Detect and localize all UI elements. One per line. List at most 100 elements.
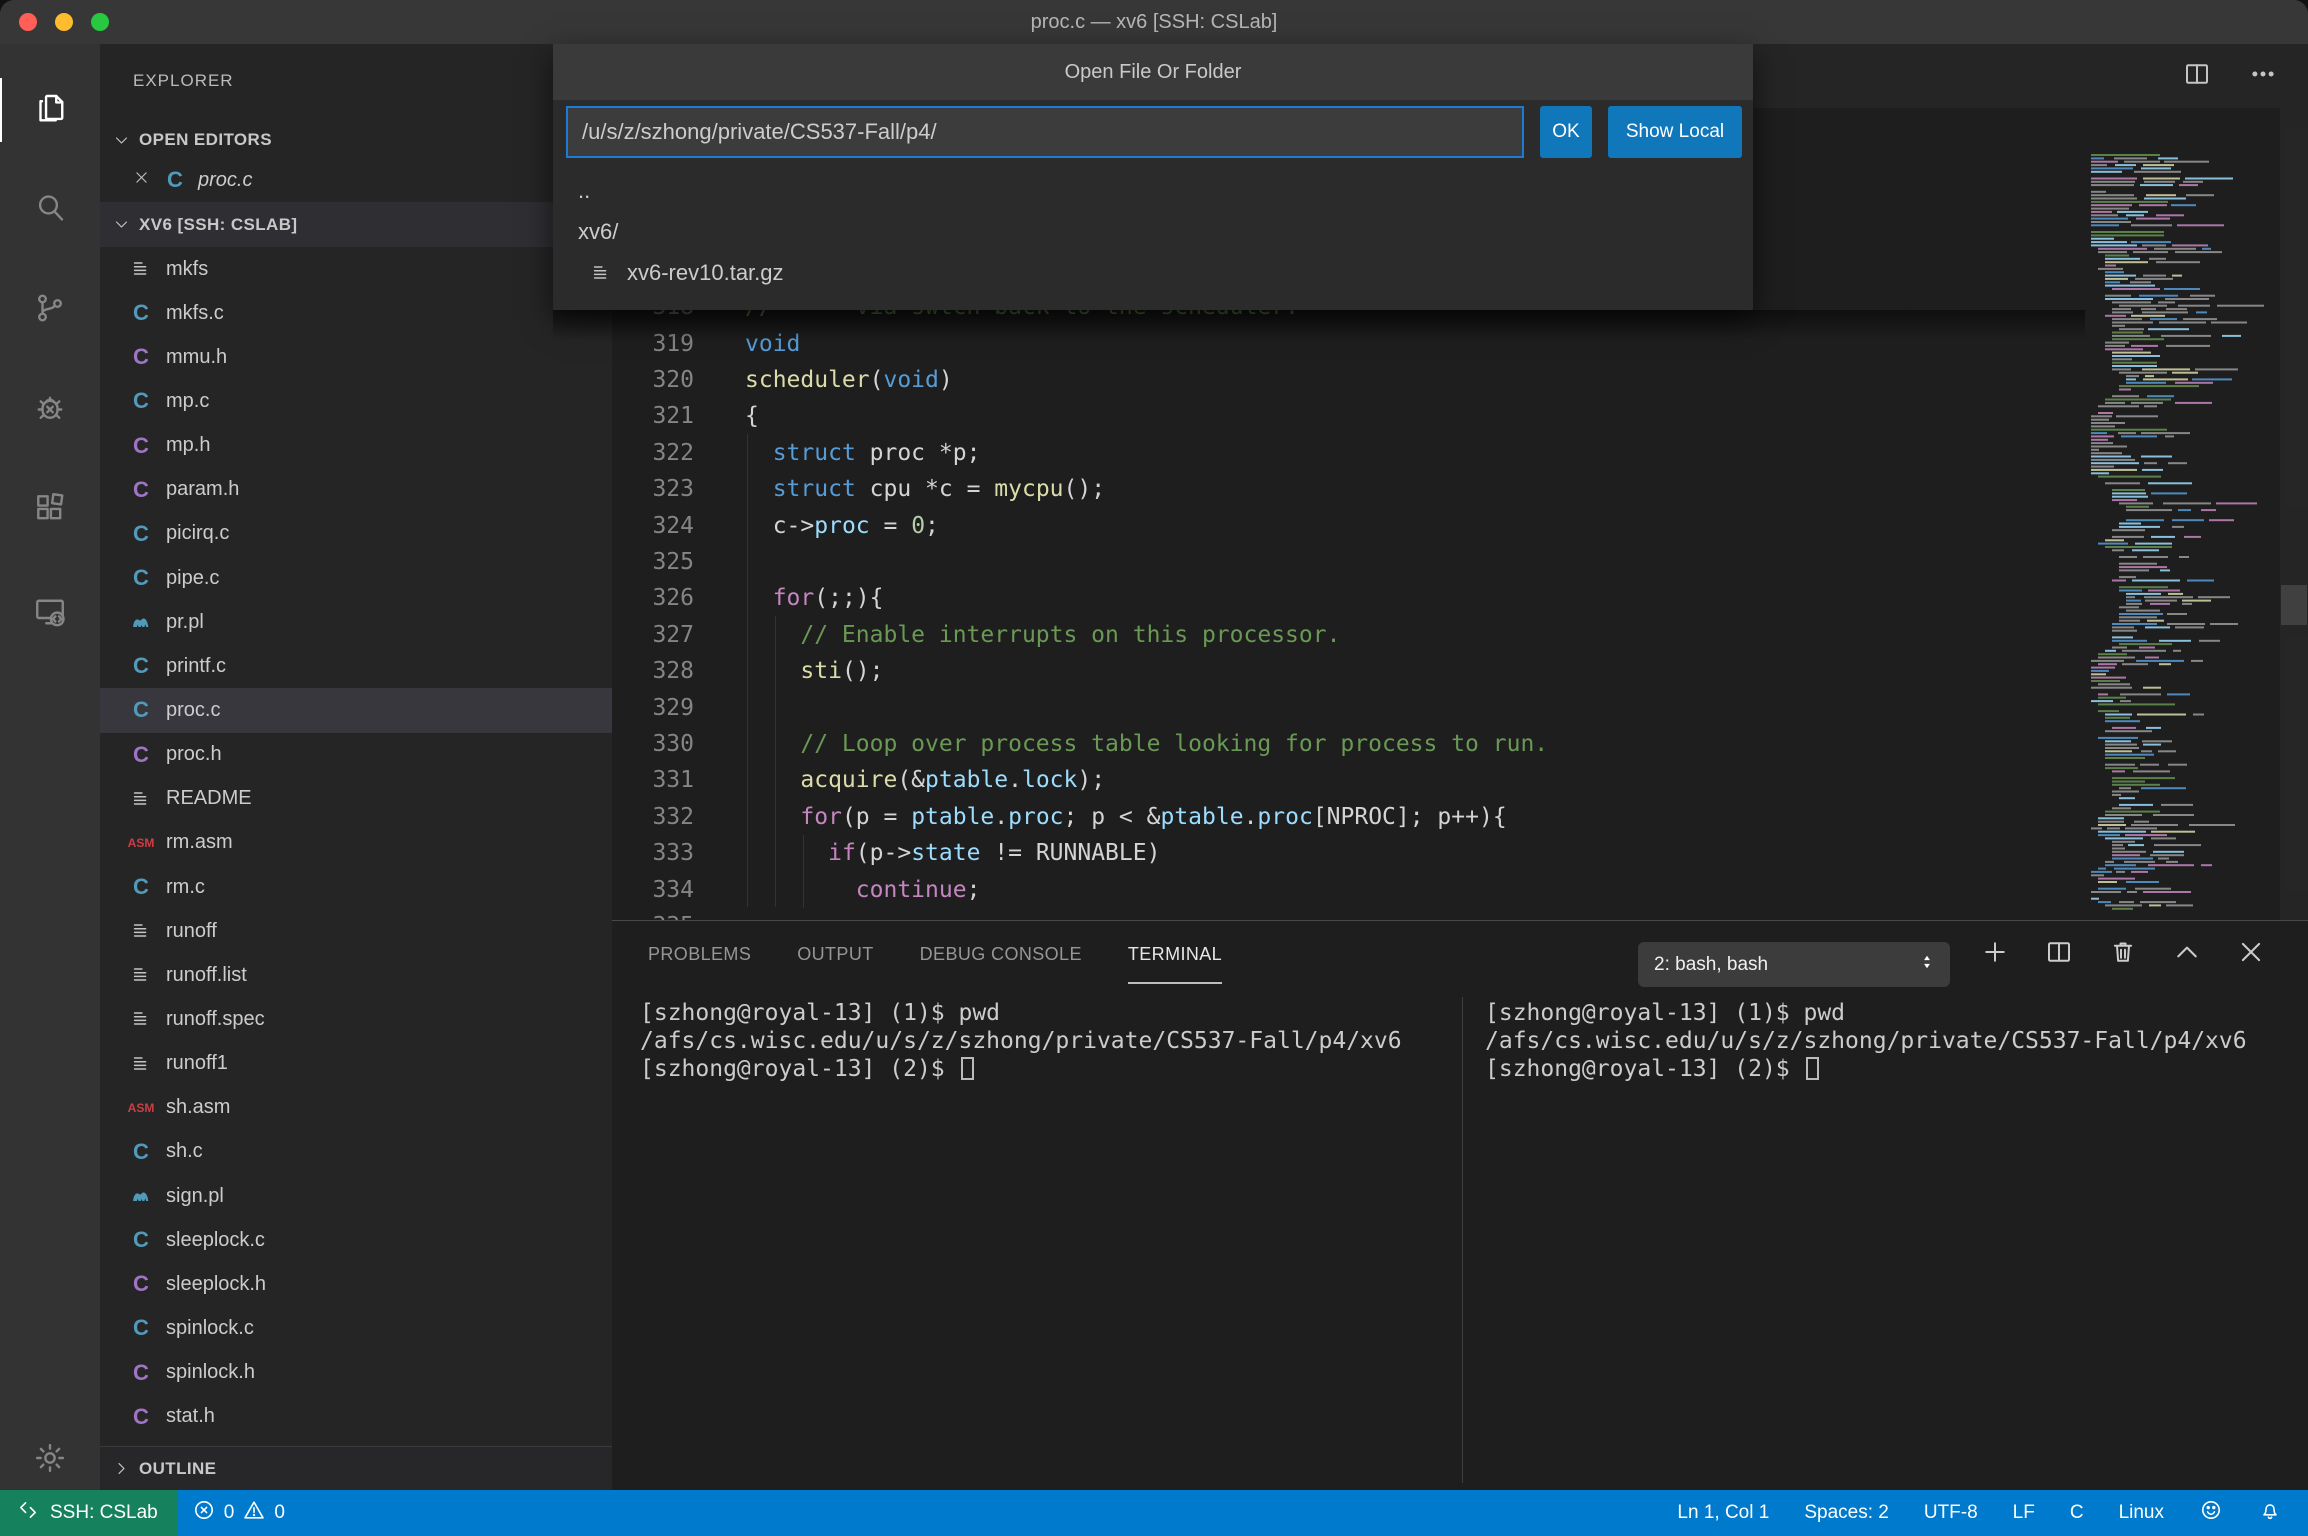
- split-editor-icon[interactable]: [2182, 59, 2212, 94]
- ok-button[interactable]: OK: [1540, 106, 1592, 158]
- open-editor-item-proc.c[interactable]: C proc.c: [100, 158, 612, 202]
- remote-indicator[interactable]: SSH: CSLab: [0, 1490, 178, 1536]
- feedback-smiley-icon[interactable]: [2199, 1498, 2223, 1528]
- code-line-319[interactable]: 319void: [612, 325, 800, 362]
- code-line-331[interactable]: 331 acquire(&ptable.lock);: [612, 762, 1105, 799]
- tree-item-mp.c[interactable]: Cmp.c: [100, 379, 612, 423]
- dialog-entry-xv6/[interactable]: xv6/: [553, 211, 1753, 252]
- dialog-entry-..[interactable]: ..: [553, 170, 1753, 211]
- tree-item-label: mp.c: [166, 390, 209, 413]
- notifications-bell-icon[interactable]: [2258, 1498, 2282, 1528]
- status-remote-os[interactable]: Linux: [2119, 1502, 2164, 1524]
- panel-tab-problems[interactable]: PROBLEMS: [648, 921, 751, 987]
- c-file-icon: C: [128, 388, 154, 414]
- tree-item-rm.asm[interactable]: ASMrm.asm: [100, 821, 612, 865]
- file-icon: [128, 918, 154, 944]
- tree-item-spinlock.h[interactable]: Cspinlock.h: [100, 1351, 612, 1395]
- terminal-selector[interactable]: 2: bash, bash: [1638, 942, 1950, 987]
- code-line-329[interactable]: 329: [612, 689, 745, 726]
- tree-item-sign.pl[interactable]: sign.pl: [100, 1174, 612, 1218]
- tree-item-mp.h[interactable]: Cmp.h: [100, 424, 612, 468]
- tree-item-runoff.spec[interactable]: runoff.spec: [100, 997, 612, 1041]
- activity-bar-item-source-control[interactable]: [0, 278, 100, 342]
- tree-item-mkfs.c[interactable]: Cmkfs.c: [100, 291, 612, 335]
- tree-item-sh.asm[interactable]: ASMsh.asm: [100, 1086, 612, 1130]
- close-icon[interactable]: [133, 169, 155, 192]
- c-file-icon: C: [128, 300, 154, 326]
- activity-bar-item-extensions[interactable]: [0, 478, 100, 542]
- tree-item-mkfs[interactable]: mkfs: [100, 247, 612, 291]
- code-line-322[interactable]: 322 struct proc *p;: [612, 434, 980, 471]
- code-line-324[interactable]: 324 c->proc = 0;: [612, 507, 939, 544]
- split-terminal-icon[interactable]: [2044, 937, 2074, 972]
- activity-bar-item-explorer[interactable]: [0, 78, 100, 142]
- tree-item-mmu.h[interactable]: Cmmu.h: [100, 335, 612, 379]
- line-number: 322: [612, 440, 694, 466]
- problems-indicator[interactable]: 0 0: [192, 1498, 285, 1528]
- line-number: 319: [612, 331, 694, 357]
- new-terminal-icon[interactable]: [1980, 937, 2010, 972]
- tree-item-pipe.c[interactable]: Cpipe.c: [100, 556, 612, 600]
- activity-bar-item-run-debug[interactable]: [0, 378, 100, 442]
- close-panel-icon[interactable]: [2236, 937, 2266, 972]
- status-cursor-position[interactable]: Ln 1, Col 1: [1677, 1502, 1769, 1524]
- code-line-325[interactable]: 325: [612, 543, 745, 580]
- code-line-327[interactable]: 327 // Enable interrupts on this process…: [612, 616, 1340, 653]
- kill-terminal-icon[interactable]: [2108, 937, 2138, 972]
- status-eol[interactable]: LF: [2013, 1502, 2035, 1524]
- tree-item-label: sleeplock.h: [166, 1273, 266, 1296]
- code-line-321[interactable]: 321{: [612, 398, 759, 435]
- editor-scrollbar-slider[interactable]: [2281, 585, 2307, 625]
- terminal-right[interactable]: [szhong@royal-13] (1)$ pwd/afs/cs.wisc.e…: [1485, 999, 2247, 1083]
- code-line-333[interactable]: 333 if(p->state != RUNNABLE): [612, 835, 1160, 872]
- status-indentation[interactable]: Spaces: 2: [1804, 1502, 1889, 1524]
- c-header-icon: C: [128, 742, 154, 768]
- line-number: 335: [612, 913, 694, 920]
- tree-item-proc.h[interactable]: Cproc.h: [100, 733, 612, 777]
- tree-item-README[interactable]: README: [100, 777, 612, 821]
- code-line-334[interactable]: 334 continue;: [612, 871, 980, 908]
- status-encoding[interactable]: UTF-8: [1924, 1502, 1978, 1524]
- tree-item-sleeplock.h[interactable]: Csleeplock.h: [100, 1262, 612, 1306]
- tree-item-pr.pl[interactable]: pr.pl: [100, 600, 612, 644]
- panel-tab-output[interactable]: OUTPUT: [797, 921, 873, 987]
- error-count: 0: [224, 1502, 235, 1524]
- path-input[interactable]: [566, 106, 1524, 158]
- terminal-left[interactable]: [szhong@royal-13] (1)$ pwd/afs/cs.wisc.e…: [640, 999, 1402, 1083]
- tree-item-sleeplock.c[interactable]: Csleeplock.c: [100, 1218, 612, 1262]
- code-line-320[interactable]: 320scheduler(void): [612, 361, 953, 398]
- more-actions-icon[interactable]: [2248, 59, 2278, 94]
- activity-bar-item-remote-explorer[interactable]: [0, 582, 100, 646]
- activity-bar-item-settings[interactable]: [0, 1428, 100, 1492]
- tree-item-label: param.h: [166, 478, 239, 501]
- dialog-entry-xv6-rev10.tar.gz[interactable]: xv6-rev10.tar.gz: [553, 252, 1753, 293]
- panel-tab-terminal[interactable]: TERMINAL: [1128, 921, 1222, 987]
- tree-item-proc.c[interactable]: Cproc.c: [100, 688, 612, 732]
- tree-item-rm.c[interactable]: Crm.c: [100, 865, 612, 909]
- open-editors-section-header[interactable]: OPEN EDITORS: [100, 118, 612, 162]
- workspace-root-header[interactable]: XV6 [SSH: CSLAB]: [100, 202, 612, 247]
- line-number: 329: [612, 695, 694, 721]
- tree-item-spinlock.c[interactable]: Cspinlock.c: [100, 1306, 612, 1350]
- status-language-mode[interactable]: C: [2070, 1502, 2084, 1524]
- activity-bar-item-search[interactable]: [0, 178, 100, 242]
- tree-item-picirq.c[interactable]: Cpicirq.c: [100, 512, 612, 556]
- tree-item-sh.c[interactable]: Csh.c: [100, 1130, 612, 1174]
- outline-section-header[interactable]: OUTLINE: [100, 1446, 612, 1490]
- maximize-panel-icon[interactable]: [2172, 937, 2202, 972]
- code-line-335[interactable]: 335: [612, 907, 745, 920]
- tree-item-printf.c[interactable]: Cprintf.c: [100, 644, 612, 688]
- tree-item-runoff1[interactable]: runoff1: [100, 1042, 612, 1086]
- code-line-330[interactable]: 330 // Loop over process table looking f…: [612, 725, 1548, 762]
- minimap[interactable]: [2085, 108, 2280, 918]
- tree-item-runoff[interactable]: runoff: [100, 909, 612, 953]
- tree-item-stat.h[interactable]: Cstat.h: [100, 1395, 612, 1439]
- panel-tab-debug-console[interactable]: DEBUG CONSOLE: [920, 921, 1082, 987]
- show-local-button[interactable]: Show Local: [1608, 106, 1742, 158]
- tree-item-runoff.list[interactable]: runoff.list: [100, 953, 612, 997]
- tree-item-param.h[interactable]: Cparam.h: [100, 468, 612, 512]
- editor-scrollbar[interactable]: [2280, 108, 2308, 920]
- terminal-pane-divider[interactable]: [1462, 997, 1463, 1483]
- code-line-323[interactable]: 323 struct cpu *c = mycpu();: [612, 471, 1105, 508]
- warning-icon: [242, 1498, 266, 1528]
